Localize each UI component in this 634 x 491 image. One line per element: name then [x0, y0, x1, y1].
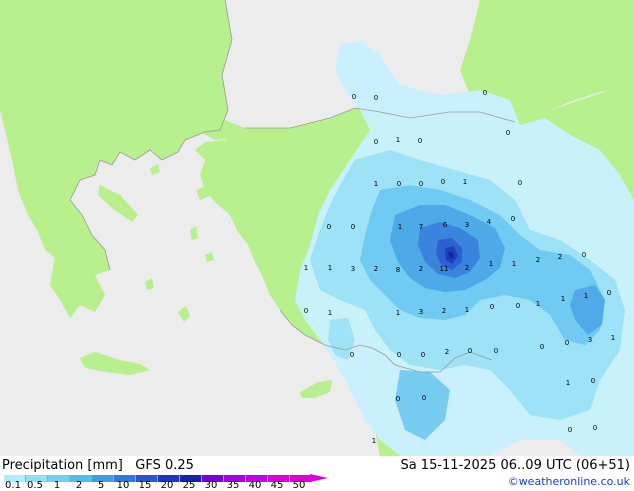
scale-tick-label: 5	[97, 480, 105, 491]
precip-value-label: 1	[372, 437, 376, 445]
precip-value-label: 0	[419, 180, 423, 188]
precip-value-label: 0	[490, 303, 494, 311]
precip-value-label: 1	[396, 309, 400, 317]
precip-value-label: 3	[351, 265, 355, 273]
precipitation-map: 0 0 0 0 1 0 0 1 0 0 0 1 0 0 0 1 7 6 3 4 0 1 1 3 2 8 2 11 2 1 1 2 2 0 0 1 1 3 2…	[0, 0, 634, 456]
precip-value-label: 0	[607, 289, 611, 297]
valid-time: Sa 15-11-2025 06..09 UTC (06+51)	[400, 458, 630, 473]
precip-value-label: 8	[396, 266, 400, 274]
precip-value-label: 0	[374, 94, 378, 102]
precip-value-label: 0	[593, 424, 597, 432]
map-title: Precipitation [mm] GFS 0.25	[2, 458, 194, 473]
scale-tick-label: 50	[292, 480, 306, 491]
precip-value-label: 0	[352, 93, 356, 101]
precip-value-label: 1	[463, 178, 467, 186]
precip-value-label: 0	[511, 215, 515, 223]
scale-tick-label: 0.1	[5, 480, 21, 491]
precip-value-label: 4	[487, 218, 492, 226]
precip-value-label: 3	[465, 221, 469, 229]
scale-tick-label: 20	[160, 480, 174, 491]
precip-value-label: 1	[304, 264, 308, 272]
precip-value-label: 1	[328, 264, 332, 272]
precip-value-label: 1	[328, 309, 332, 317]
precip-value-label: 0	[565, 339, 569, 347]
precip-value-label: 0	[540, 343, 544, 351]
precip-value-label: 0	[397, 180, 401, 188]
precip-value-label: 1	[611, 334, 615, 342]
precip-value-label: 3	[588, 336, 592, 344]
precip-value-label: 1	[536, 300, 540, 308]
precip-value-label: 1	[512, 260, 516, 268]
precip-value-label: 2	[442, 307, 446, 315]
precip-value-label: 1	[584, 292, 588, 300]
precip-value-label: 0	[304, 307, 308, 315]
precip-value-label: 0	[350, 351, 354, 359]
precip-value-label: 1	[396, 136, 400, 144]
precip-value-label: 0	[518, 179, 522, 187]
precip-value-label: 0	[591, 377, 595, 385]
precip-value-label: 1	[398, 223, 402, 231]
precip-value-label: 0	[327, 223, 331, 231]
precip-value-label: 2	[465, 264, 469, 272]
map-canvas: 0 0001 001 0 0 0 1 00 0 1 7 6 3 4 01 1 3 2 8 2 11 2 1 1 2 2 00 1 1 3 2…	[0, 0, 634, 456]
precip-value-label: 1	[566, 379, 570, 387]
precip-value-label: 1	[561, 295, 565, 303]
precip-value-label: 2	[536, 256, 540, 264]
precip-value-label: 3	[419, 308, 423, 316]
precip-value-label: 2	[558, 253, 562, 261]
precip-value-label: 0	[422, 394, 426, 402]
scale-tick-label: 25	[182, 480, 196, 491]
precip-value-label: 0	[516, 302, 520, 310]
precip-value-label: 0	[351, 223, 355, 231]
scale-tick-label: 35	[226, 480, 240, 491]
precip-value-label: 0	[568, 426, 572, 434]
precip-value-label: 1	[489, 260, 493, 268]
scale-tick-label: 15	[138, 480, 152, 491]
precip-value-label: 0	[506, 129, 510, 137]
precip-value-label: 6	[443, 221, 448, 229]
precip-value-label: 0	[397, 351, 401, 359]
precip-value-label: 0	[396, 395, 400, 403]
precip-value-label: 0	[418, 137, 422, 145]
copyright-link[interactable]: ©weatheronline.co.uk	[508, 475, 630, 488]
precip-value-label: 1	[465, 306, 469, 314]
precip-value-label: 7	[419, 223, 423, 231]
precip-value-label: 0	[468, 347, 472, 355]
color-scale-ticks: 0.1 0.5 1 2 5 10 15 20 25 30 35 40 45 50	[0, 480, 330, 491]
precip-value-label: 2	[445, 348, 449, 356]
precip-value-label: 2	[419, 265, 423, 273]
precip-value-label: 0	[494, 347, 498, 355]
scale-tick-label: 1	[53, 480, 61, 491]
precip-value-label: 11	[440, 265, 449, 273]
scale-tick-label: 45	[270, 480, 284, 491]
precip-value-label: 0	[483, 89, 487, 97]
precip-value-label: 1	[374, 180, 378, 188]
model-name: GFS 0.25	[135, 458, 194, 473]
precip-value-label: 0	[374, 138, 378, 146]
scale-tick-label: 2	[75, 480, 83, 491]
scale-tick-label: 10	[116, 480, 130, 491]
precip-value-label: 2	[374, 265, 378, 273]
precip-value-label: 0	[582, 251, 586, 259]
scale-tick-label: 40	[248, 480, 262, 491]
map-footer: Precipitation [mm] GFS 0.25 Sa 15-11-202…	[0, 456, 634, 491]
scale-tick-label: 0.5	[27, 480, 43, 491]
product-name: Precipitation [mm]	[2, 458, 123, 473]
precip-value-label: 0	[441, 178, 445, 186]
color-scale: 0.1 0.5 1 2 5 10 15 20 25 30 35 40 45 50	[0, 473, 330, 491]
scale-tick-label: 30	[204, 480, 218, 491]
precip-value-label: 0	[421, 351, 425, 359]
precip-level-8	[448, 252, 454, 259]
